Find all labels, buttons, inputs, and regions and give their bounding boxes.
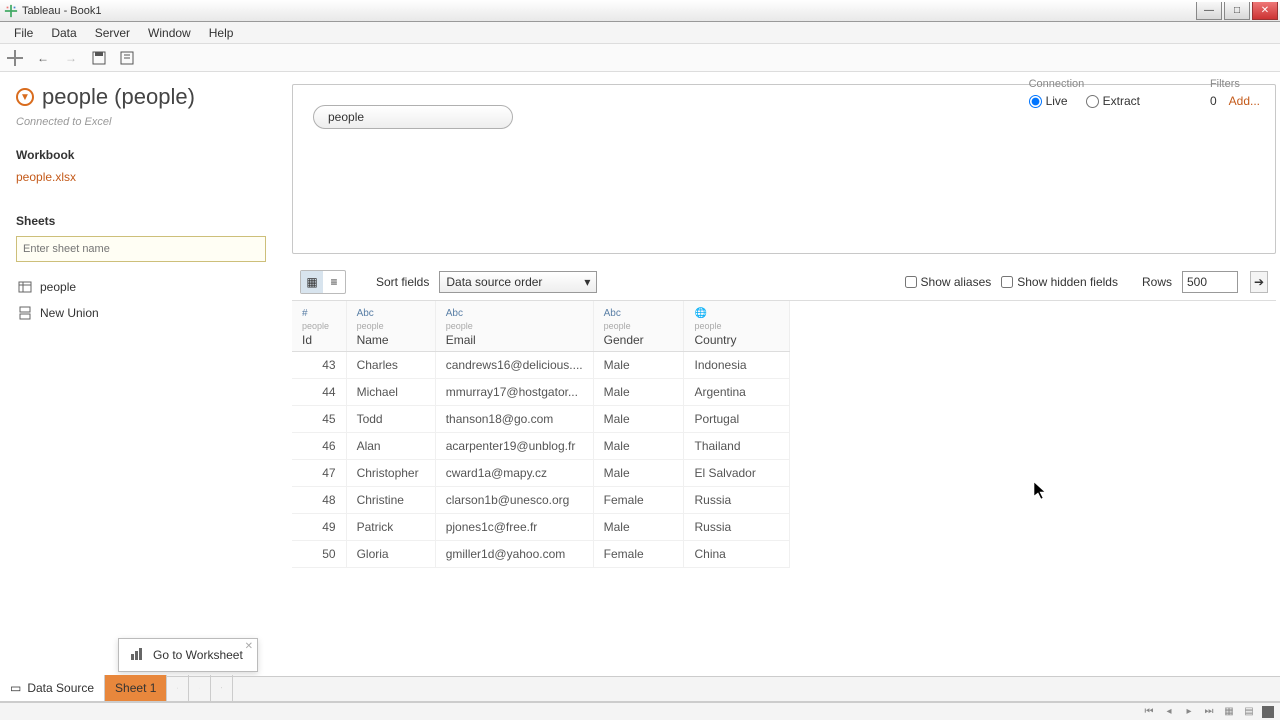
grid-view-button[interactable]: ▦	[301, 271, 323, 293]
nav-prev-icon[interactable]: ◂	[1162, 706, 1176, 718]
close-button[interactable]: ✕	[1252, 2, 1278, 20]
tableau-logo-icon[interactable]	[6, 49, 24, 67]
tab-data-source[interactable]: ▭ Data Source	[0, 675, 105, 701]
status-bar: ⏮ ◂ ▸ ⏭ ▦ ▤	[0, 702, 1280, 720]
sheet-item-new-union[interactable]: New Union	[16, 300, 271, 326]
join-canvas[interactable]: people	[292, 84, 1276, 254]
nav-last-icon[interactable]: ⏭	[1202, 706, 1216, 718]
table-row[interactable]: 44Michaelmmurray17@hostgator...MaleArgen…	[292, 379, 790, 406]
menu-server[interactable]: Server	[87, 24, 138, 42]
grid-controls: ▦ ≡ Sort fields Data source order ▾ Show…	[292, 264, 1276, 300]
datasource-tab-icon: ▭	[10, 681, 21, 695]
column-header[interactable]: AbcpeopleGender	[593, 301, 684, 352]
column-header[interactable]: AbcpeopleEmail	[435, 301, 593, 352]
table-row[interactable]: 45Toddthanson18@go.comMalePortugal	[292, 406, 790, 433]
connection-status: Connected to Excel	[16, 116, 271, 128]
show-aliases-checkbox[interactable]: Show aliases	[905, 275, 992, 289]
table-row[interactable]: 43Charlescandrews16@delicious....MaleInd…	[292, 352, 790, 379]
minimize-button[interactable]: —	[1196, 2, 1222, 20]
menu-window[interactable]: Window	[140, 24, 199, 42]
menu-file[interactable]: File	[6, 24, 41, 42]
workbook-header: Workbook	[16, 148, 271, 162]
workbook-file[interactable]: people.xlsx	[16, 170, 271, 184]
sheet-item-label: people	[40, 280, 76, 294]
connection-panel: Connection Live Extract	[1029, 78, 1140, 108]
filters-panel: Filters 0 Add...	[1210, 78, 1260, 108]
tab-sheet1[interactable]: Sheet 1	[105, 675, 167, 701]
new-story-button[interactable]	[211, 675, 233, 701]
show-tabs-icon[interactable]: ▦	[1222, 706, 1236, 718]
menu-data[interactable]: Data	[43, 24, 84, 42]
forward-icon[interactable]: →	[62, 49, 80, 67]
sheets-header: Sheets	[16, 214, 271, 228]
sheet-tabs: ▭ Data Source Sheet 1	[0, 676, 1280, 702]
connection-label: Connection	[1029, 78, 1140, 90]
rows-label: Rows	[1142, 275, 1172, 289]
filters-count: 0	[1210, 94, 1217, 108]
datasource-name: people (people)	[42, 84, 195, 110]
back-icon[interactable]: ←	[34, 49, 52, 67]
chevron-down-icon: ▾	[584, 275, 590, 289]
table-pill-label: people	[328, 110, 364, 124]
window-titlebar: Tableau - Book1 — □ ✕	[0, 0, 1280, 22]
worksheet-icon	[129, 646, 145, 665]
refresh-icon[interactable]	[118, 49, 136, 67]
go-to-worksheet-popup[interactable]: Go to Worksheet ✕	[118, 638, 258, 672]
sidebar: ▼ people (people) Connected to Excel Wor…	[0, 72, 288, 682]
sheet-item-people[interactable]: people	[16, 274, 271, 300]
show-filmstrip-icon[interactable]: ▤	[1242, 706, 1256, 718]
menu-bar: File Data Server Window Help	[0, 22, 1280, 44]
app-icon	[4, 4, 18, 18]
show-sheets-icon[interactable]	[1262, 706, 1274, 718]
rows-input[interactable]	[1182, 271, 1238, 293]
new-dashboard-button[interactable]	[189, 675, 211, 701]
column-header[interactable]: 🌐peopleCountry	[684, 301, 790, 352]
popup-label: Go to Worksheet	[153, 648, 243, 662]
new-worksheet-button[interactable]	[167, 675, 189, 701]
datasource-dropdown-icon[interactable]: ▼	[16, 88, 34, 106]
connection-extract-radio[interactable]: Extract	[1086, 94, 1140, 108]
sheet-item-label: New Union	[40, 306, 99, 320]
data-grid: #peopleIdAbcpeopleNameAbcpeopleEmailAbcp…	[292, 300, 1276, 682]
nav-next-icon[interactable]: ▸	[1182, 706, 1196, 718]
sheet-search-input[interactable]	[16, 236, 266, 262]
union-icon	[18, 306, 32, 320]
nav-first-icon[interactable]: ⏮	[1142, 706, 1156, 718]
maximize-button[interactable]: □	[1224, 2, 1250, 20]
table-row[interactable]: 47Christophercward1a@mapy.czMaleEl Salva…	[292, 460, 790, 487]
list-view-button[interactable]: ≡	[323, 271, 345, 293]
table-row[interactable]: 46Alanacarpenter19@unblog.frMaleThailand	[292, 433, 790, 460]
window-title: Tableau - Book1	[22, 5, 102, 17]
filters-add-link[interactable]: Add...	[1229, 94, 1260, 108]
popup-close-icon[interactable]: ✕	[245, 641, 253, 652]
sort-value: Data source order	[446, 275, 542, 289]
table-row[interactable]: 49Patrickpjones1c@free.frMaleRussia	[292, 514, 790, 541]
show-hidden-checkbox[interactable]: Show hidden fields	[1001, 275, 1118, 289]
rows-go-button[interactable]: ➔	[1250, 271, 1268, 293]
table-icon	[18, 280, 32, 294]
menu-help[interactable]: Help	[201, 24, 242, 42]
table-pill[interactable]: people	[313, 105, 513, 129]
column-header[interactable]: #peopleId	[292, 301, 346, 352]
sort-label: Sort fields	[376, 275, 429, 289]
table-row[interactable]: 48Christineclarson1b@unesco.orgFemaleRus…	[292, 487, 790, 514]
save-icon[interactable]	[90, 49, 108, 67]
filters-label: Filters	[1210, 78, 1260, 90]
column-header[interactable]: AbcpeopleName	[346, 301, 435, 352]
table-row[interactable]: 50Gloriagmiller1d@yahoo.comFemaleChina	[292, 541, 790, 568]
sort-select[interactable]: Data source order ▾	[439, 271, 597, 293]
toolbar: ← →	[0, 44, 1280, 72]
connection-live-radio[interactable]: Live	[1029, 94, 1068, 108]
